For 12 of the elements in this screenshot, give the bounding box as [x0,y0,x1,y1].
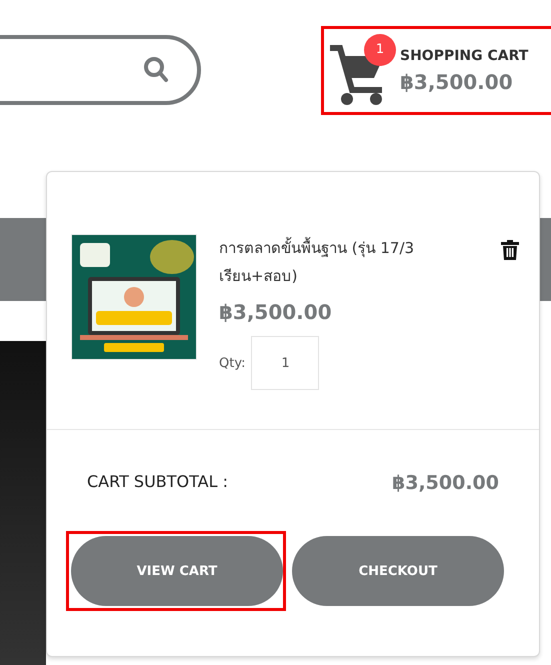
product-price: ฿3,500.00 [219,300,333,324]
cart-count-badge: 1 [364,34,396,66]
product-name[interactable]: การตลาดขั้นพื้นฐาน (รุ่น 17/3 เรียน+สอบ) [219,234,439,290]
subtotal-value: ฿3,500.00 [392,472,499,494]
qty-label: Qty: [219,356,246,370]
qty-field[interactable]: 1 [251,336,320,390]
cart-title: SHOPPING CART [400,48,528,64]
cart-total: ฿3,500.00 [400,70,514,94]
shopping-cart[interactable]: 1 SHOPPING CART ฿3,500.00 [321,26,551,115]
subtotal-label: CART SUBTOTAL : [87,472,228,493]
cart-button[interactable]: CHECKOUT [292,536,504,606]
cart-button[interactable]: VIEW CART [71,536,283,606]
